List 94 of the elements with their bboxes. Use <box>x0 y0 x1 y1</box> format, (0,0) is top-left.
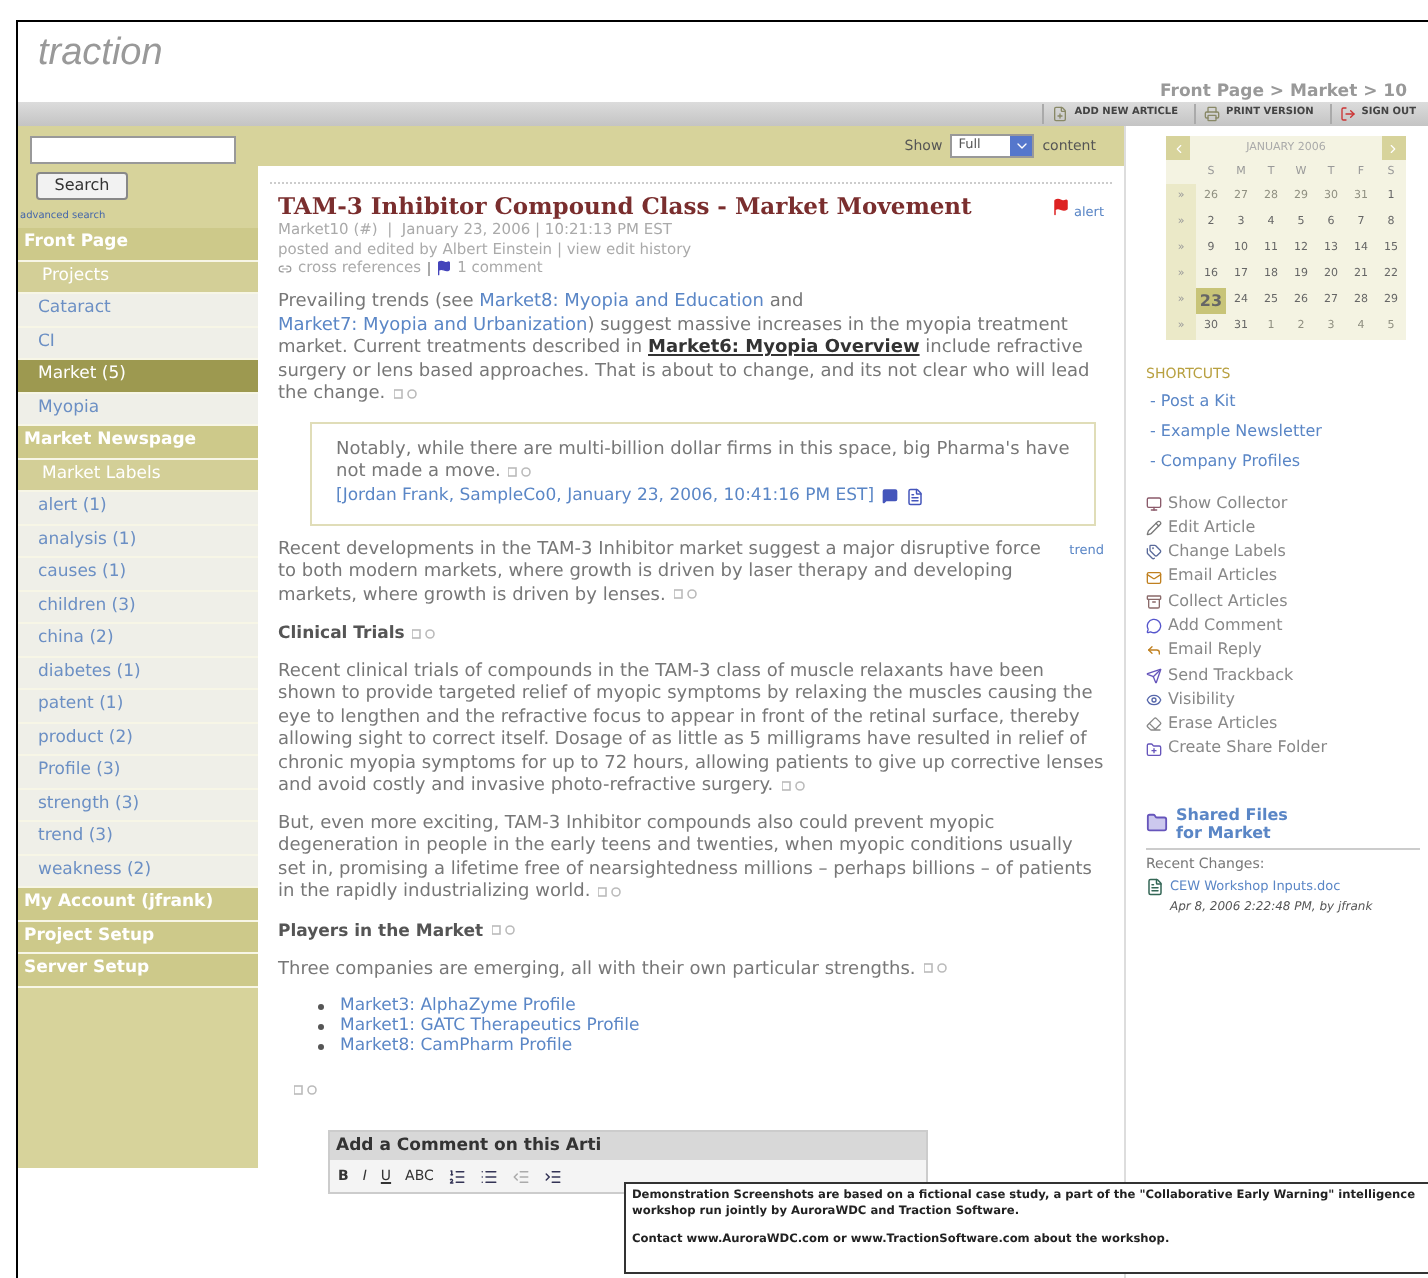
nav-item[interactable]: china (2) <box>18 624 258 657</box>
shortcut-link[interactable]: - Company Profiles <box>1146 445 1420 475</box>
shared-files-link[interactable]: Shared Files for Market <box>1176 805 1316 842</box>
action-link[interactable]: Create Share Folder <box>1146 736 1420 762</box>
section-heading: Clinical Trials <box>278 622 1104 648</box>
paragraph-marks-icon[interactable] <box>393 387 418 400</box>
nav-item[interactable]: Cataract <box>18 294 258 327</box>
indent-icon[interactable] <box>543 1167 562 1185</box>
nav-item[interactable]: weakness (2) <box>18 855 258 888</box>
folder-plus-icon <box>1146 741 1162 758</box>
chevron-left-icon <box>1171 141 1185 155</box>
document-icon[interactable] <box>906 487 925 505</box>
paragraph-marks-icon[interactable] <box>491 924 516 937</box>
profile-link[interactable]: Market3: AlphaZyme Profile <box>340 996 576 1016</box>
bullet-list-icon[interactable] <box>479 1167 498 1185</box>
chevron-right-icon <box>1386 141 1401 155</box>
speech-bubble-icon[interactable] <box>882 488 899 504</box>
bullet-icon <box>318 1003 324 1009</box>
nav-item[interactable]: causes (1) <box>18 558 258 591</box>
nav-item[interactable]: patent (1) <box>18 690 258 723</box>
paragraph-marks-icon[interactable] <box>598 885 623 898</box>
tags-icon <box>1146 544 1162 561</box>
document-icon <box>1146 878 1164 897</box>
folder-icon <box>1146 812 1168 835</box>
numbered-list-icon[interactable] <box>447 1167 466 1185</box>
nav-item[interactable]: Market (5) <box>18 360 258 393</box>
nav-item[interactable]: strength (3) <box>18 789 258 822</box>
pencil-icon <box>1146 519 1162 536</box>
archive-icon <box>1146 593 1162 610</box>
flag-icon <box>1051 198 1070 216</box>
paragraph: But, even more exciting, TAM-3 Inhibitor compounds also could prevent myopic degeneration in people in the early teens and twenties, when myopic conditions usually set in, promising a lifetime free of nearsightedness millions – perhaps billions – of patients in the rapidly industrializing world. <box>278 813 1094 906</box>
paragraph: Recent clinical trials of compounds in the TAM-3 class of muscle relaxants have been shown to provide targeted relief of myopic symptoms by relaxing the muscles causing the eye to lengthen and the refractive focus to appear in front of the retinal surface, thereby allowing sight to correct itself. Dosage of as little as 5 milligrams have resulted in relief of chronic myopia symptoms for up to 72 hours, allowing patients to give up corrective lenses and avoid costly and invasive photo-refractive surgery. <box>278 661 1104 800</box>
bullet-icon <box>318 1023 324 1029</box>
paragraph-marks-icon[interactable] <box>923 962 948 975</box>
next-month-button[interactable] <box>1381 136 1406 160</box>
article-link[interactable]: Market6: Myopia Overview <box>648 338 920 358</box>
logo[interactable]: traction <box>38 26 163 83</box>
action-link[interactable]: Email Reply <box>1146 638 1420 664</box>
calendar-day[interactable]: 23 <box>1196 288 1226 314</box>
paragraph: Prevailing trends (see Market8: Myopia and Education and Market7: Myopia and Urbanization) suggest massive increases in the myopia treatment market. Current treatments described in Market6: Myopia Overview include refractive surgery or lens based approaches. That is about to change, and its not clear who will lead the change. <box>278 292 1092 407</box>
paragraph-marks-icon[interactable] <box>294 1083 318 1096</box>
shortcut-link[interactable]: - Post a Kit <box>1146 385 1420 415</box>
outdent-icon[interactable] <box>511 1167 530 1185</box>
nav-item[interactable]: Profile (3) <box>18 756 258 789</box>
paragraph-marks-icon[interactable] <box>673 588 698 601</box>
nav-item[interactable]: alert (1) <box>18 492 258 525</box>
send-icon <box>1146 667 1162 684</box>
reply-icon <box>1146 642 1162 659</box>
breadcrumb: Front Page > Market > 10 <box>1160 82 1410 102</box>
action-link[interactable]: Collect Articles <box>1146 589 1420 614</box>
bullet-icon <box>318 1043 324 1049</box>
action-link[interactable]: Show Collector <box>1146 491 1420 516</box>
speech-bubble-icon <box>1146 618 1162 635</box>
monitor-icon <box>1146 495 1162 512</box>
shortcut-link[interactable]: - Example Newsletter <box>1146 415 1420 445</box>
action-link[interactable]: Change Labels <box>1146 540 1420 565</box>
action-link[interactable]: Edit Article <box>1146 515 1420 541</box>
article-link[interactable]: Market7: Myopia and Urbanization <box>278 315 588 335</box>
comment-attribution[interactable]: [Jordan Frank, SampleCo0, January 23, 2006, 10:41:16 PM EST] <box>336 485 875 507</box>
previous-month-button[interactable] <box>1166 136 1190 160</box>
nav-item[interactable]: diabetes (1) <box>18 657 258 690</box>
profile-link[interactable]: Market8: CamPharm Profile <box>340 1036 573 1056</box>
paragraph-marks-icon[interactable] <box>508 465 533 478</box>
nav-item[interactable]: children (3) <box>18 591 258 624</box>
action-link[interactable]: Send Trackback <box>1146 663 1420 688</box>
flag-icon <box>435 260 452 276</box>
comment-box-title: Add a Comment on this Arti <box>336 1133 602 1159</box>
paragraph-marks-icon[interactable] <box>781 779 806 792</box>
search-button[interactable]: Search <box>36 172 128 200</box>
search-field[interactable] <box>30 136 236 164</box>
nav-item[interactable]: analysis (1) <box>18 525 258 558</box>
quote-text: Notably, while there are multi-billion dollar firms in this space, big Pharma's have not made a move. <box>336 439 1070 485</box>
action-link[interactable]: Add Comment <box>1146 613 1420 639</box>
eye-icon <box>1146 692 1162 709</box>
section-heading: Players in the Market <box>278 919 1104 945</box>
mail-icon <box>1146 569 1162 586</box>
paragraph-marks-icon[interactable] <box>412 627 437 640</box>
new-article-icon <box>1052 106 1069 122</box>
printer-icon <box>1204 106 1221 122</box>
link-icon <box>278 261 292 275</box>
nav-item[interactable]: trend (3) <box>18 822 258 855</box>
action-link[interactable]: Email Articles <box>1146 564 1420 590</box>
article-link[interactable]: Market8: Myopia and Education <box>479 292 764 312</box>
profile-link[interactable]: Market1: GATC Therapeutics Profile <box>340 1016 640 1036</box>
eraser-icon <box>1146 716 1162 733</box>
action-link[interactable]: Visibility <box>1146 687 1420 713</box>
nav-item[interactable]: product (2) <box>18 723 258 756</box>
paragraph: Recent developments in the TAM-3 Inhibitor market suggest a major disruptive force to both modern markets, where growth is driven by laser therapy and developing markets, where growth is driven by lenses. <box>278 539 1043 608</box>
article-title: TAM-3 Inhibitor Compound Class - Market Movement <box>278 194 972 220</box>
nav-item[interactable]: CI <box>18 327 258 360</box>
action-link[interactable]: Erase Articles <box>1146 712 1420 737</box>
sign-out-icon <box>1339 106 1356 122</box>
nav-item[interactable]: Myopia <box>18 393 258 426</box>
paragraph: Three companies are emerging, all with their own particular strengths. <box>278 959 1104 982</box>
